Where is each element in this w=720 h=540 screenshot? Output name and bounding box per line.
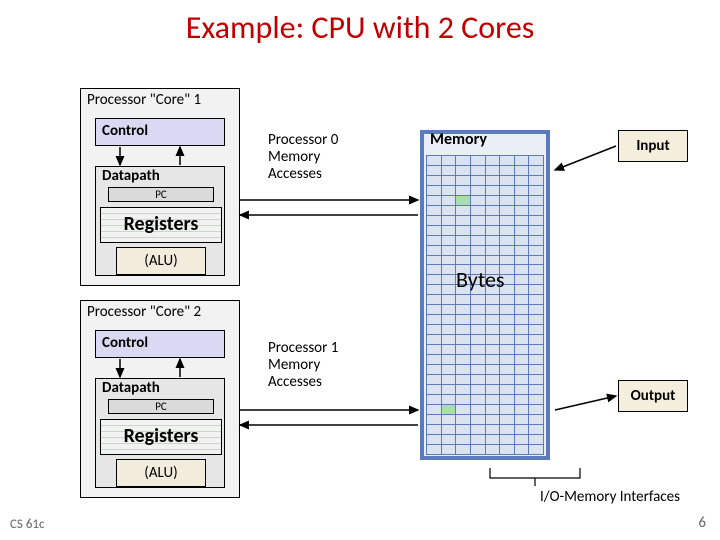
core2-label: Processor "Core" 2 xyxy=(87,303,201,321)
core2-datapath: Datapath PC Registers (ALU) xyxy=(95,378,225,488)
core1-alu: (ALU) xyxy=(116,247,206,275)
core2-registers-label: Registers xyxy=(100,424,222,448)
core1-datapath: Datapath PC Registers (ALU) xyxy=(95,166,225,276)
input-box: Input xyxy=(618,130,688,162)
annot-proc1: Processor 1 Memory Accesses xyxy=(268,340,368,391)
core1-control: Control xyxy=(95,118,225,146)
memory-label: Memory xyxy=(430,130,487,149)
core1-registers-label: Registers xyxy=(100,212,222,236)
core1-pc: PC xyxy=(108,187,214,202)
annot-proc0: Processor 0 Memory Accesses xyxy=(268,132,368,183)
footer-page-number: 6 xyxy=(698,514,706,532)
page-title: Example: CPU with 2 Cores xyxy=(0,8,720,47)
core2-alu: (ALU) xyxy=(116,459,206,487)
bytes-label: Bytes xyxy=(456,266,505,293)
core1-datapath-label: Datapath xyxy=(96,167,224,185)
io-interface-label: I/O-Memory Interfaces xyxy=(540,488,680,506)
memory-grid xyxy=(426,155,544,455)
core2-datapath-label: Datapath xyxy=(96,379,224,397)
core1-label: Processor "Core" 1 xyxy=(87,91,201,109)
output-box: Output xyxy=(618,380,688,412)
core2-pc: PC xyxy=(108,399,214,414)
core2-control: Control xyxy=(95,330,225,358)
footer-course: CS 61c xyxy=(10,517,45,532)
